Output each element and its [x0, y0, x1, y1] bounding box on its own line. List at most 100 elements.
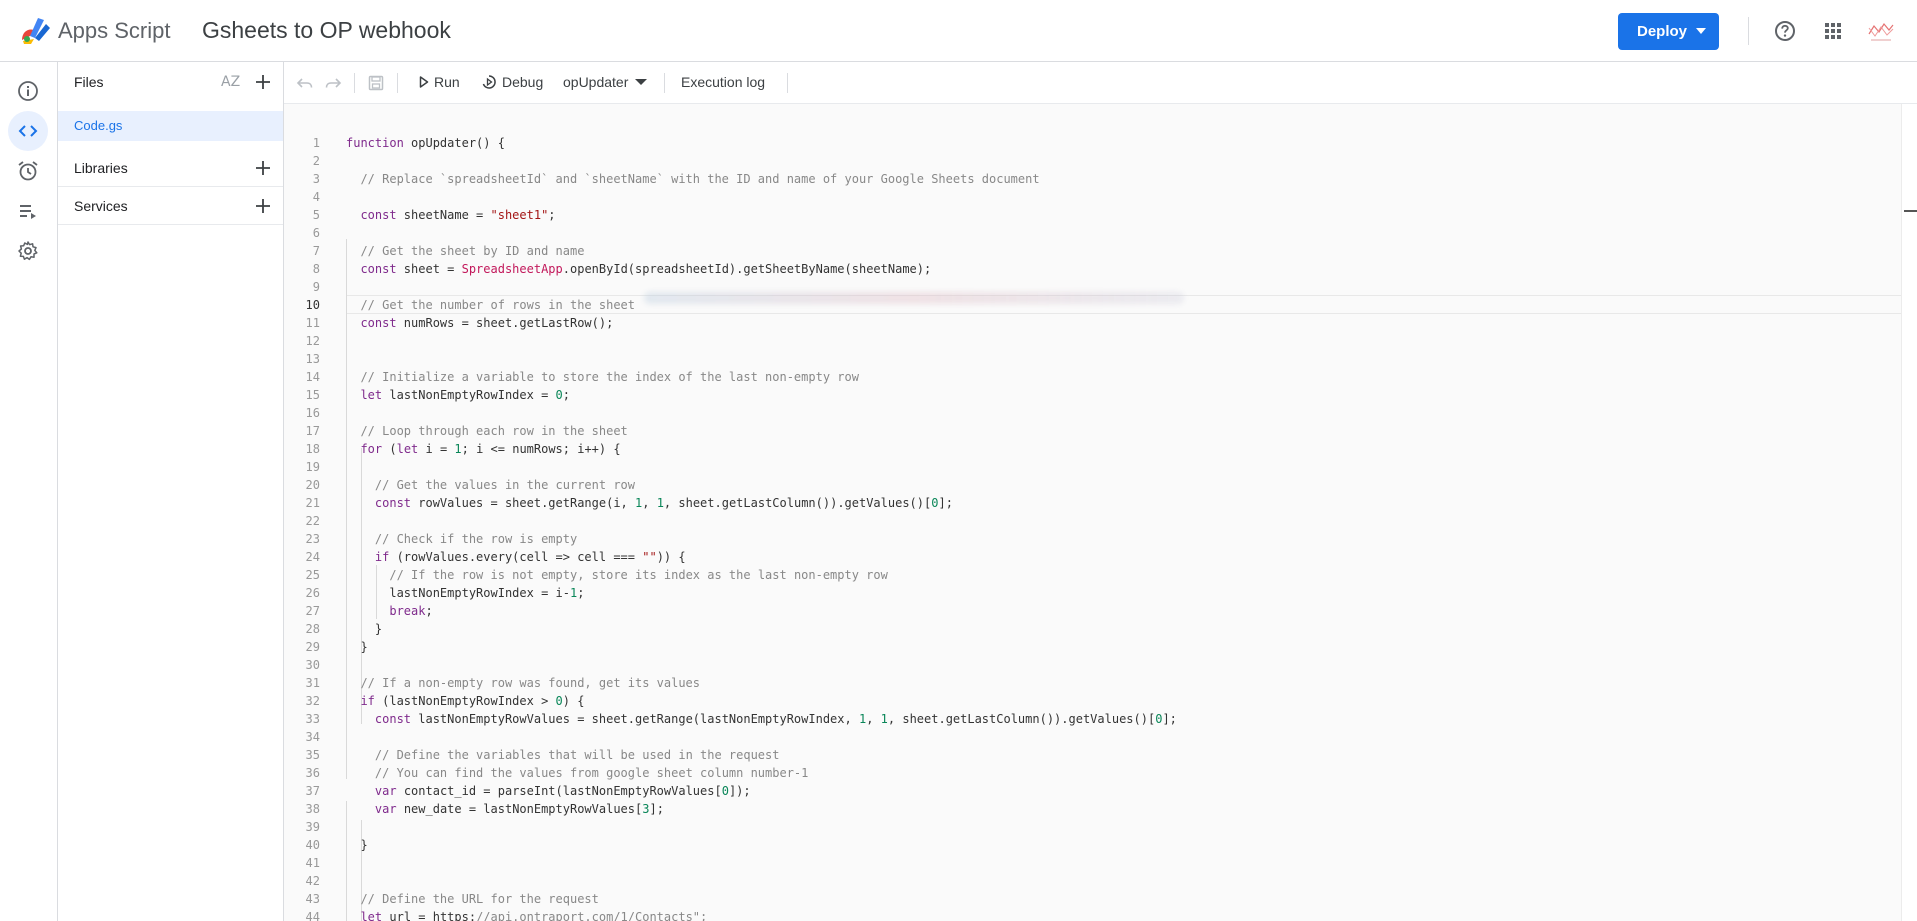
undo-icon[interactable]	[296, 74, 314, 92]
toolbar-divider	[787, 73, 788, 93]
code-line[interactable]: 18 for (let i = 1; i <= numRows; i++) {	[284, 440, 1901, 458]
code-line[interactable]: 10 // Get the number of rows in the shee…	[284, 296, 1901, 314]
run-label: Run	[434, 74, 460, 90]
code-line[interactable]: 31 // If a non-empty row was found, get …	[284, 674, 1901, 692]
apps-script-logo[interactable]	[18, 14, 52, 46]
app-header: Apps Script Gsheets to OP webhook Deploy	[0, 0, 1917, 62]
code-line[interactable]: 30	[284, 656, 1901, 674]
line-number: 16	[305, 406, 320, 420]
code-line[interactable]: 39	[284, 818, 1901, 836]
code-line[interactable]: 36 // You can find the values from googl…	[284, 764, 1901, 782]
toolbar-divider	[397, 73, 398, 93]
line-number: 14	[305, 370, 320, 384]
debug-button[interactable]: Debug	[481, 74, 543, 90]
code-line[interactable]: 32 if (lastNonEmptyRowIndex > 0) {	[284, 692, 1901, 710]
line-number: 27	[305, 604, 320, 618]
code-text: break;	[389, 604, 433, 618]
code-line[interactable]: 38 var new_date = lastNonEmptyRowValues[…	[284, 800, 1901, 818]
code-line[interactable]: 40 }	[284, 836, 1901, 854]
code-line[interactable]: 6	[284, 224, 1901, 242]
function-select[interactable]: opUpdater	[563, 74, 648, 90]
line-number: 1	[312, 136, 320, 150]
rail-settings[interactable]	[8, 231, 48, 271]
code-line[interactable]: 11 const numRows = sheet.getLastRow();	[284, 314, 1901, 332]
code-text: }	[346, 640, 368, 654]
code-line[interactable]: 15 let lastNonEmptyRowIndex = 0;	[284, 386, 1901, 404]
code-line[interactable]: 43 // Define the URL for the request	[284, 890, 1901, 908]
code-line[interactable]: 13	[284, 350, 1901, 368]
code-line[interactable]: 33 const lastNonEmptyRowValues = sheet.g…	[284, 710, 1901, 728]
line-number: 7	[312, 244, 320, 258]
line-number: 9	[312, 280, 320, 294]
services-label: Services	[74, 198, 128, 214]
code-text: // Get the sheet by ID and name	[360, 244, 585, 258]
scrollbar-cursor-marker	[1904, 210, 1917, 212]
add-library-icon[interactable]	[254, 159, 272, 177]
code-line[interactable]: 21 const rowValues = sheet.getRange(i, 1…	[284, 494, 1901, 512]
code-line[interactable]: 17 // Loop through each row in the sheet	[284, 422, 1901, 440]
code-line[interactable]: 1 function opUpdater() {	[284, 134, 1901, 152]
save-icon[interactable]	[367, 74, 385, 92]
code-line[interactable]: 24 if (rowValues.every(cell => cell === …	[284, 548, 1901, 566]
help-icon[interactable]	[1774, 20, 1796, 42]
rail-editor[interactable]	[8, 111, 48, 151]
line-number: 24	[305, 550, 320, 564]
services-section: Services	[58, 187, 283, 225]
editor-scrollbar[interactable]	[1901, 104, 1917, 921]
sort-az-icon[interactable]: AZ	[221, 74, 240, 90]
google-apps-icon[interactable]	[1824, 22, 1842, 40]
line-number: 38	[305, 802, 320, 816]
line-number: 26	[305, 586, 320, 600]
line-number: 22	[305, 514, 320, 528]
line-number: 3	[312, 172, 320, 186]
code-editor[interactable]: 1 function opUpdater() {2 3 // Replace `sp…	[284, 104, 1901, 921]
code-line[interactable]: 14 // Initialize a variable to store the…	[284, 368, 1901, 386]
code-line[interactable]: 16	[284, 404, 1901, 422]
code-line[interactable]: 42	[284, 872, 1901, 890]
info-icon	[18, 81, 38, 101]
add-service-icon[interactable]	[254, 197, 272, 215]
line-number: 30	[305, 658, 320, 672]
account-avatar[interactable]	[1866, 16, 1896, 46]
code-line[interactable]: 5 const sheetName = "sheet1";	[284, 206, 1901, 224]
code-line[interactable]: 2	[284, 152, 1901, 170]
code-line[interactable]: 7 // Get the sheet by ID and name	[284, 242, 1901, 260]
code-line[interactable]: 27 break;	[284, 602, 1901, 620]
code-line[interactable]: 37 var contact_id = parseInt(lastNonEmpt…	[284, 782, 1901, 800]
toolbar-divider	[664, 73, 665, 93]
run-button[interactable]: Run	[419, 74, 460, 90]
code-line[interactable]: 8 const sheet = SpreadsheetApp.openById(…	[284, 260, 1901, 278]
gear-icon	[18, 241, 38, 261]
rail-overview[interactable]	[8, 71, 48, 111]
code-line[interactable]: 22	[284, 512, 1901, 530]
code-text: let url = https://api.ontraport.com/1/Co…	[360, 910, 708, 921]
code-line[interactable]: 4	[284, 188, 1901, 206]
code-line[interactable]: 25 // If the row is not empty, store its…	[284, 566, 1901, 584]
rail-triggers[interactable]	[8, 151, 48, 191]
redo-icon[interactable]	[324, 74, 342, 92]
code-line[interactable]: 12	[284, 332, 1901, 350]
code-line[interactable]: 26 lastNonEmptyRowIndex = i-1;	[284, 584, 1901, 602]
file-item-code-gs[interactable]: Code.gs	[58, 111, 283, 141]
code-text: var contact_id = parseInt(lastNonEmptyRo…	[374, 784, 751, 798]
add-file-icon[interactable]	[254, 73, 272, 91]
code-line[interactable]: 35 // Define the variables that will be …	[284, 746, 1901, 764]
code-line[interactable]: 19	[284, 458, 1901, 476]
code-line[interactable]: 20 // Get the values in the current row	[284, 476, 1901, 494]
code-text: if (lastNonEmptyRowIndex > 0) {	[360, 694, 585, 708]
code-line[interactable]: 28 }	[284, 620, 1901, 638]
code-line[interactable]: 9	[284, 278, 1901, 296]
code-text: }	[346, 622, 383, 636]
project-title[interactable]: Gsheets to OP webhook	[202, 17, 451, 44]
code-line[interactable]: 29 }	[284, 638, 1901, 656]
deploy-button[interactable]: Deploy	[1618, 13, 1719, 50]
code-line[interactable]: 23 // Check if the row is empty	[284, 530, 1901, 548]
rail-executions[interactable]	[8, 191, 48, 231]
code-text: if (rowValues.every(cell => cell === "")…	[374, 550, 686, 564]
code-line[interactable]: 3 // Replace `spreadsheetId` and `sheetN…	[284, 170, 1901, 188]
execution-log-button[interactable]: Execution log	[681, 74, 765, 90]
line-number: 28	[305, 622, 320, 636]
code-line[interactable]: 44 let url = https://api.ontraport.com/1…	[284, 908, 1901, 921]
code-line[interactable]: 34	[284, 728, 1901, 746]
code-line[interactable]: 41	[284, 854, 1901, 872]
